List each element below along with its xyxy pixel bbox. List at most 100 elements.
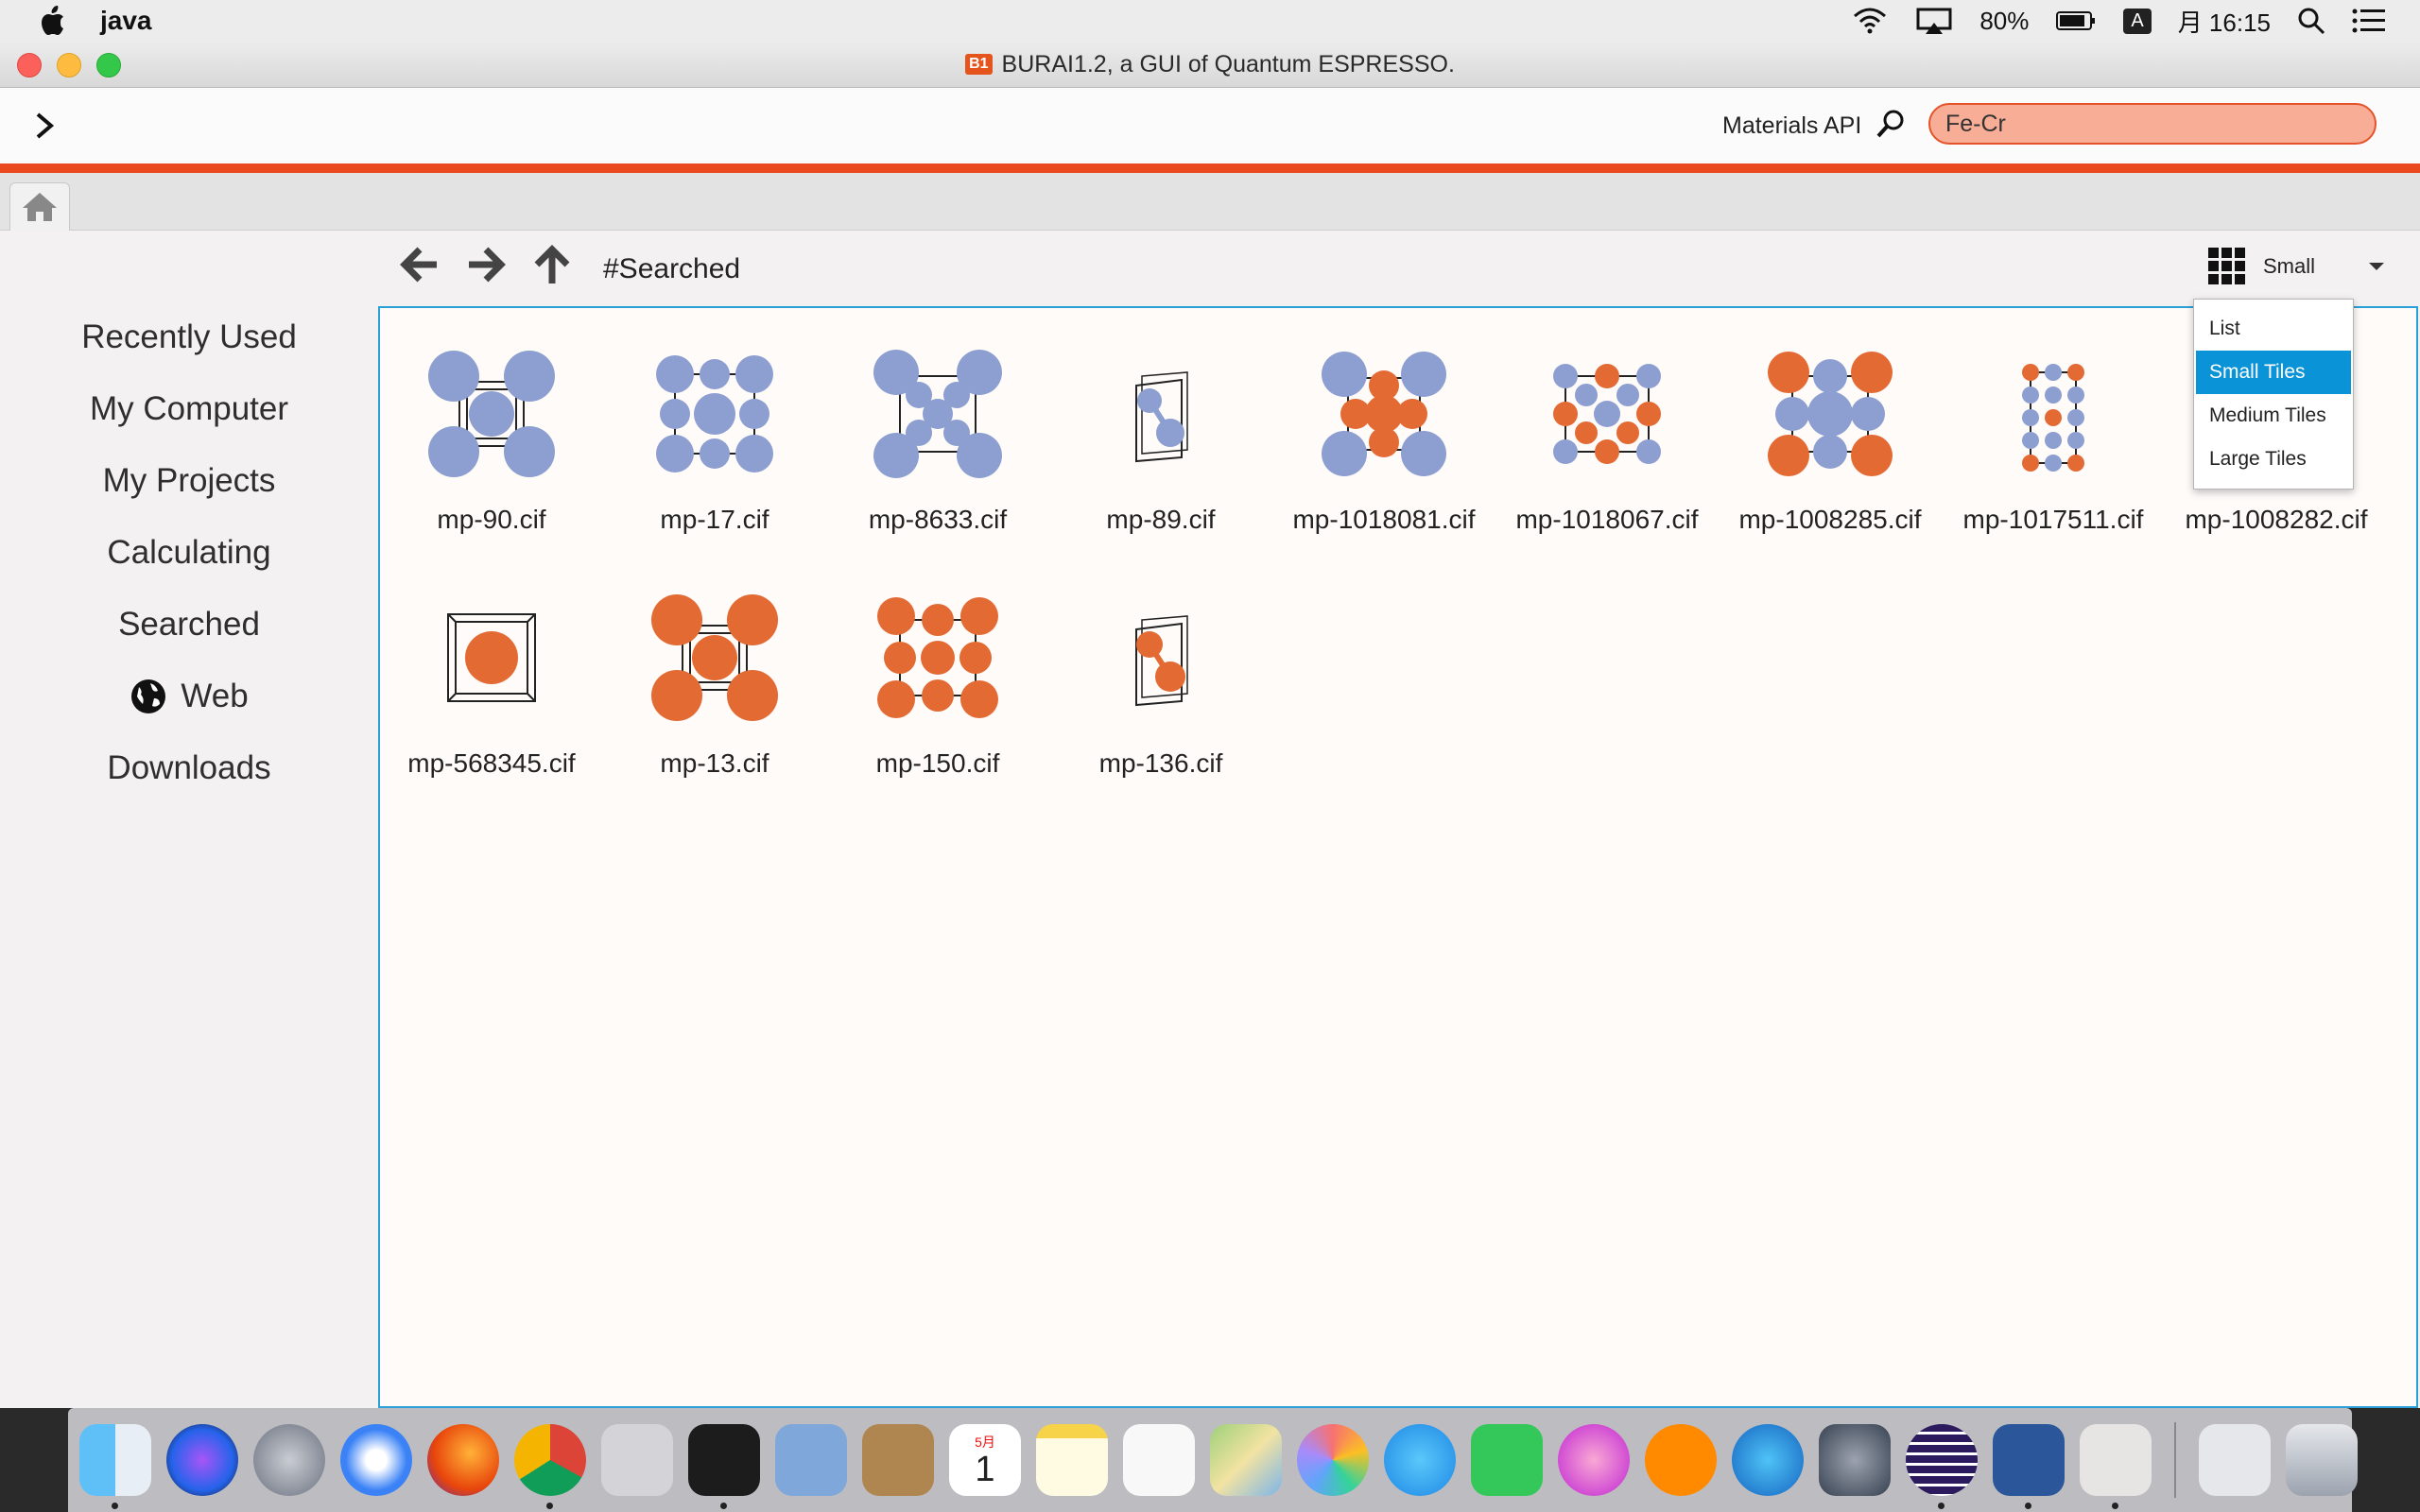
chrome-icon[interactable] (514, 1424, 586, 1509)
file-tile[interactable]: mp-1008285.cif (1719, 319, 1942, 546)
view-mode-dropdown: List Small Tiles Medium Tiles Large Tile… (2193, 299, 2354, 490)
cell-orange-icon (877, 597, 998, 718)
single-atom-cell-orange-icon (447, 613, 536, 702)
file-tile[interactable]: mp-568345.cif (380, 563, 603, 790)
sidebar-item-label: Recently Used (81, 318, 297, 355)
sidebar-item-my-computer[interactable]: My Computer (0, 386, 378, 433)
file-name: mp-90.cif (437, 505, 546, 534)
notes-icon[interactable] (1036, 1424, 1108, 1496)
grid-icon (2208, 248, 2245, 284)
sidebar-item-calculating[interactable]: Calculating (0, 529, 378, 576)
file-browser-pane[interactable]: mp-90.cif mp-17.cif mp-8633.cif mp-89.ci… (378, 306, 2418, 1408)
file-name: mp-1018067.cif (1515, 505, 1699, 534)
view-mode-selector[interactable]: Small (2208, 248, 2386, 285)
calendar-icon[interactable]: 5月 1 (949, 1424, 1021, 1496)
minimize-window-button[interactable] (57, 53, 81, 77)
facetime-icon[interactable] (1471, 1424, 1543, 1496)
file-tile[interactable]: mp-150.cif (826, 563, 1049, 790)
launchpad-icon[interactable] (253, 1424, 325, 1496)
file-name: mp-150.cif (875, 748, 1000, 778)
photos-icon[interactable] (1297, 1424, 1369, 1496)
dock-separator (2174, 1422, 2176, 1498)
chevron-down-icon[interactable] (2367, 260, 2386, 273)
file-tile[interactable]: mp-136.cif (1049, 563, 1272, 790)
itunes-icon[interactable] (1558, 1424, 1630, 1496)
system-preferences-icon[interactable] (1819, 1424, 1891, 1496)
file-name: mp-1017511.cif (1962, 505, 2144, 534)
file-tile[interactable]: mp-1018081.cif (1272, 319, 1495, 546)
battery-percent: 80% (1979, 6, 2030, 35)
tab-home[interactable] (9, 182, 70, 231)
search-icon[interactable] (1876, 109, 1905, 139)
expand-chevron-icon[interactable] (28, 107, 60, 145)
ibooks-icon[interactable] (1645, 1424, 1717, 1496)
close-window-button[interactable] (17, 53, 42, 77)
zoom-window-button[interactable] (96, 53, 121, 77)
eclipse-icon[interactable] (1906, 1424, 1978, 1509)
view-option-large-tiles[interactable]: Large Tiles (2196, 438, 2351, 481)
globe-icon (131, 679, 166, 713)
messages-icon[interactable] (1384, 1424, 1456, 1496)
view-option-small-tiles[interactable]: Small Tiles (2196, 351, 2351, 394)
mail-icon[interactable] (775, 1424, 847, 1496)
view-option-list[interactable]: List (2196, 307, 2351, 351)
sidebar-item-my-projects[interactable]: My Projects (0, 457, 378, 505)
clock[interactable]: 月 16:15 (2178, 4, 2271, 39)
file-tile[interactable]: mp-17.cif (603, 319, 826, 546)
safari-icon[interactable] (340, 1424, 412, 1496)
firefox-icon[interactable] (427, 1424, 499, 1496)
file-tile[interactable]: mp-89.cif (1049, 319, 1272, 546)
sidebar: Recently Used My Computer My Projects Ca… (0, 233, 378, 1366)
fcc-cell-blue-icon (873, 350, 1002, 478)
maps-icon[interactable] (1210, 1424, 1282, 1496)
up-arrow-icon[interactable] (529, 242, 575, 287)
sidebar-item-web[interactable]: Web (0, 673, 378, 720)
finder-icon[interactable] (79, 1424, 151, 1509)
two-atom-cell-blue-icon (1135, 371, 1188, 463)
file-tile[interactable]: mp-1017511.cif (1942, 319, 2165, 546)
java-icon[interactable] (2080, 1424, 2152, 1509)
cell-blue-icon (656, 355, 773, 472)
airplay-icon[interactable] (1915, 7, 1953, 35)
downloads-stack-icon[interactable] (2199, 1424, 2271, 1496)
sidebar-item-searched[interactable]: Searched (0, 601, 378, 648)
back-arrow-icon[interactable] (397, 242, 442, 287)
file-name: mp-1008282.cif (2185, 505, 2368, 534)
window-title: B1 BURAI1.2, a GUI of Quantum ESPRESSO. (965, 51, 1455, 78)
materials-search-input[interactable] (1928, 103, 2377, 145)
forward-arrow-icon[interactable] (463, 242, 509, 287)
spotlight-icon[interactable] (2297, 7, 2325, 35)
file-tile[interactable]: mp-8633.cif (826, 319, 1049, 546)
file-tile[interactable]: mp-90.cif (380, 319, 603, 546)
navigation-buttons (397, 242, 575, 287)
input-source-indicator[interactable]: A (2123, 8, 2152, 34)
title-bar[interactable]: B1 BURAI1.2, a GUI of Quantum ESPRESSO. (0, 42, 2420, 88)
sidebar-item-recently-used[interactable]: Recently Used (0, 314, 378, 361)
preview-icon[interactable] (601, 1424, 673, 1496)
calendar-month: 5月 (975, 1435, 995, 1450)
sidebar-item-downloads[interactable]: Downloads (0, 745, 378, 792)
tab-strip (0, 173, 2420, 231)
battery-icon[interactable] (2055, 7, 2097, 35)
mixed-cell-icon (1553, 364, 1661, 464)
dock: 5月 1 (68, 1408, 2358, 1512)
trash-icon[interactable] (2286, 1424, 2358, 1496)
siri-icon[interactable] (166, 1424, 238, 1496)
terminal-icon[interactable] (688, 1424, 760, 1509)
bcc-cell-orange-icon (651, 594, 778, 721)
notification-center-icon[interactable] (2352, 7, 2386, 35)
word-icon[interactable] (1993, 1424, 2065, 1509)
view-option-medium-tiles[interactable]: Medium Tiles (2196, 394, 2351, 438)
contacts-icon[interactable] (862, 1424, 934, 1496)
app-name[interactable]: java (100, 6, 152, 36)
apple-icon[interactable] (38, 5, 66, 37)
reminders-icon[interactable] (1123, 1424, 1195, 1496)
sidebar-item-label: Searched (118, 606, 260, 643)
calendar-day: 1 (975, 1450, 995, 1489)
accent-bar (0, 163, 2420, 173)
menu-bar: java 80% A 月 16:15 (0, 0, 2420, 42)
file-tile[interactable]: mp-1018067.cif (1495, 319, 1719, 546)
file-tile[interactable]: mp-13.cif (603, 563, 826, 790)
wifi-icon[interactable] (1851, 7, 1889, 35)
app-store-icon[interactable] (1732, 1424, 1804, 1496)
